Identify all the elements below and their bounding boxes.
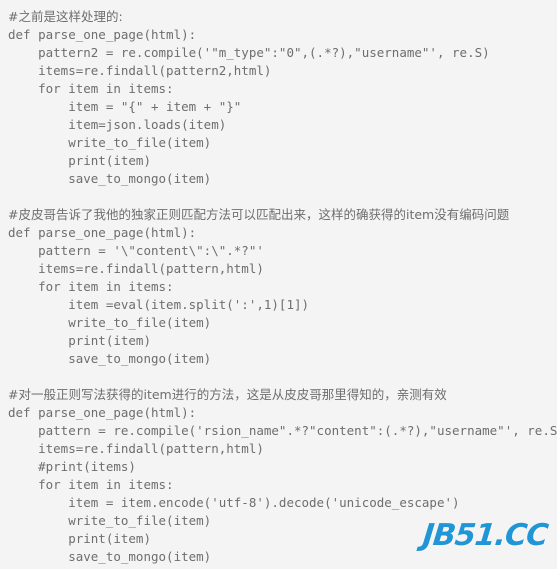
code-line: #对一般正则写法获得的item进行的方法，这是从皮皮哥那里得知的，亲测有效 bbox=[8, 387, 447, 402]
code-lines-container: #之前是这样处理的: def parse_one_page(html): patt… bbox=[8, 8, 557, 566]
code-line: #之前是这样处理的: bbox=[8, 9, 123, 24]
code-line: write_to_file(item) bbox=[8, 315, 212, 330]
code-line: write_to_file(item) bbox=[8, 135, 212, 150]
code-line: save_to_mongo(item) bbox=[8, 351, 212, 366]
code-line: for item in items: bbox=[8, 279, 174, 294]
code-line: def parse_one_page(html): bbox=[8, 405, 197, 420]
code-line: item=json.loads(item) bbox=[8, 117, 227, 132]
code-line: pattern = '\"content\":\".*?"' bbox=[8, 243, 264, 258]
code-line: item =eval(item.split(':',1)[1]) bbox=[8, 297, 310, 312]
code-line: items=re.findall(pattern2,html) bbox=[8, 63, 272, 78]
code-line: items=re.findall(pattern,html) bbox=[8, 261, 264, 276]
code-line: def parse_one_page(html): bbox=[8, 27, 197, 42]
code-line: save_to_mongo(item) bbox=[8, 171, 212, 186]
code-line: #皮皮哥告诉了我他的独家正则匹配方法可以匹配出来，这样的确获得的item没有编码… bbox=[8, 207, 510, 222]
code-line: print(item) bbox=[8, 153, 151, 168]
code-line: print(item) bbox=[8, 333, 151, 348]
code-line: item = "{" + item + "}" bbox=[8, 99, 242, 114]
code-line: item = item.encode('utf-8').decode('unic… bbox=[8, 495, 460, 510]
code-line: #print(items) bbox=[8, 459, 136, 474]
watermark-jb51cc: JB51.CC bbox=[420, 518, 549, 553]
code-line: pattern2 = re.compile('"m_type":"0",(.*?… bbox=[8, 45, 490, 60]
code-line: items=re.findall(pattern,html) bbox=[8, 441, 264, 456]
code-line: for item in items: bbox=[8, 81, 174, 96]
code-line: pattern = re.compile('rsion_name".*?"con… bbox=[8, 423, 557, 438]
code-line: for item in items: bbox=[8, 477, 174, 492]
code-line: def parse_one_page(html): bbox=[8, 225, 197, 240]
code-block: #之前是这样处理的: def parse_one_page(html): patt… bbox=[0, 0, 557, 569]
